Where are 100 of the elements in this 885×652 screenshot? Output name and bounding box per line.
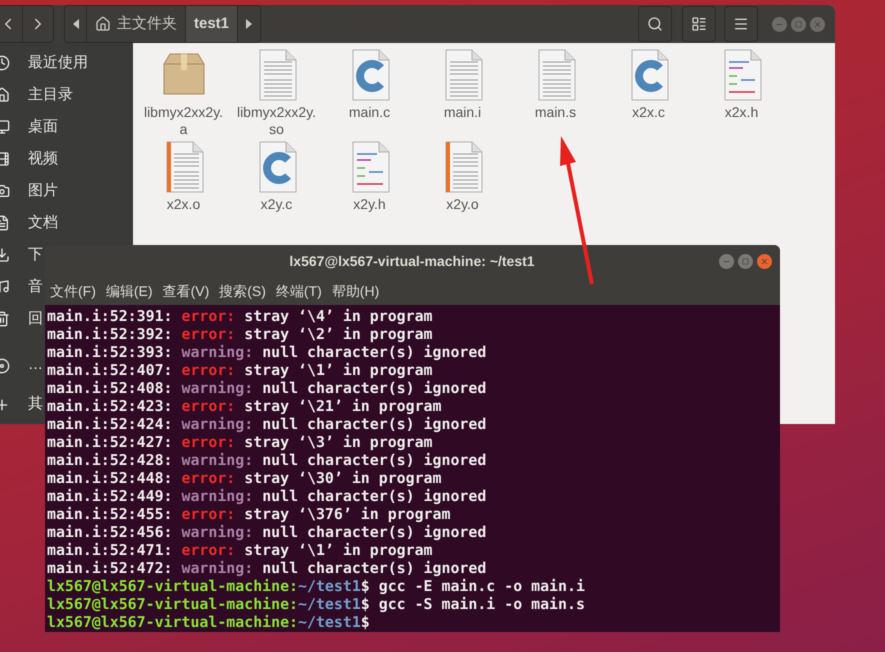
sidebar-item[interactable]: 下 xyxy=(0,239,43,271)
prompt-path: ~/test1 xyxy=(298,595,361,613)
sidebar-item[interactable]: … xyxy=(0,346,43,385)
prompt-user: lx567@lx567-virtual-machine: xyxy=(47,595,298,613)
menu-item[interactable]: 查看(V) xyxy=(160,280,212,302)
warning-label: warning: xyxy=(181,559,254,577)
close-button[interactable] xyxy=(757,254,772,268)
error-label: error: xyxy=(181,325,236,343)
file-item[interactable]: main.c xyxy=(323,48,416,140)
maximize-icon xyxy=(742,258,749,264)
prompt-path: ~/test1 xyxy=(298,577,361,595)
warning-label: warning: xyxy=(181,343,254,361)
error-label: error: xyxy=(181,469,236,487)
sidebar-item[interactable]: 主目录 xyxy=(0,79,73,111)
message-text: null character(s) ignored xyxy=(262,415,486,433)
home-icon xyxy=(95,16,111,32)
source-location: main.i:52:471: xyxy=(47,541,173,559)
message-text: stray ‘\30’ in program xyxy=(244,469,442,487)
message-text: stray ‘\376’ in program xyxy=(244,505,450,523)
sidebar-item[interactable]: 音 xyxy=(0,271,43,303)
message-text: null character(s) ignored xyxy=(262,379,486,397)
menu-item[interactable]: 帮助(H) xyxy=(330,280,382,302)
path-button[interactable]: test1 xyxy=(186,6,238,42)
close-icon xyxy=(760,256,769,266)
error-label: error: xyxy=(181,307,236,325)
file-item[interactable]: x2y.o xyxy=(416,140,509,232)
file-item[interactable]: x2x.o xyxy=(137,140,230,232)
source-location: main.i:52:455: xyxy=(47,505,173,523)
close-icon xyxy=(813,20,822,28)
command-text: $ xyxy=(360,613,370,631)
search-icon xyxy=(647,16,663,32)
file-item[interactable]: libmyx2xx2y.a xyxy=(137,48,230,140)
source-location: main.i:52:427: xyxy=(47,433,173,451)
source-location: main.i:52:423: xyxy=(47,397,173,415)
sidebar-item[interactable]: 其 xyxy=(0,385,43,424)
message-text: null character(s) ignored xyxy=(262,559,486,577)
warning-label: warning: xyxy=(181,415,254,433)
message-text: stray ‘\1’ in program xyxy=(244,541,433,559)
menu-item[interactable]: 终端(T) xyxy=(274,280,324,302)
file-item[interactable]: x2x.c xyxy=(602,48,695,140)
file-item[interactable]: libmyx2xx2y.so xyxy=(230,48,323,140)
list-icon xyxy=(691,16,707,32)
error-label: error: xyxy=(181,505,236,523)
prompt-path: ~/test1 xyxy=(298,613,361,631)
sidebar-item[interactable]: 文档 xyxy=(0,207,58,239)
message-text: stray ‘\3’ in program xyxy=(244,433,433,451)
message-text: stray ‘\1’ in program xyxy=(244,361,433,379)
source-location: main.i:52:392: xyxy=(47,325,173,343)
sidebar-item[interactable]: 回 xyxy=(0,303,43,335)
warning-label: warning: xyxy=(181,523,254,541)
error-label: error: xyxy=(181,361,236,379)
sidebar-item[interactable]: 图片 xyxy=(0,175,58,207)
error-label: error: xyxy=(181,433,236,451)
error-label: error: xyxy=(181,397,236,415)
source-location: main.i:52:408: xyxy=(47,379,173,397)
source-location: main.i:52:456: xyxy=(47,523,173,541)
prompt-user: lx567@lx567-virtual-machine: xyxy=(47,613,298,631)
file-item[interactable]: x2y.c xyxy=(230,140,323,232)
menu-icon xyxy=(733,16,749,32)
message-text: null character(s) ignored xyxy=(262,343,486,361)
window-title: lx567@lx567-virtual-machine: ~/test1 xyxy=(288,252,536,270)
sidebar-item[interactable]: 视频 xyxy=(0,143,58,175)
warning-label: warning: xyxy=(181,451,254,469)
menu-button[interactable] xyxy=(724,6,758,42)
menu-item[interactable]: 编辑(E) xyxy=(104,280,155,302)
menu-item[interactable]: 文件(F) xyxy=(48,280,98,302)
message-text: stray ‘\21’ in program xyxy=(244,397,442,415)
file-item[interactable]: x2y.h xyxy=(323,140,416,232)
command-text: $ gcc -S main.i -o main.s xyxy=(360,595,585,613)
menu-item[interactable]: 搜索(S) xyxy=(217,280,268,302)
error-label: error: xyxy=(181,541,236,559)
message-text: null character(s) ignored xyxy=(262,523,486,541)
file-item[interactable]: main.s xyxy=(509,48,602,140)
view-button[interactable] xyxy=(682,6,716,42)
prompt-user: lx567@lx567-virtual-machine: xyxy=(47,577,298,595)
source-location: main.i:52:428: xyxy=(47,451,173,469)
source-location: main.i:52:449: xyxy=(47,487,173,505)
source-location: main.i:52:393: xyxy=(47,343,173,361)
message-text: stray ‘\2’ in program xyxy=(244,325,433,343)
source-location: main.i:52:448: xyxy=(47,469,173,487)
minimize-button[interactable] xyxy=(772,16,787,32)
source-location: main.i:52:391: xyxy=(47,307,173,325)
warning-label: warning: xyxy=(181,487,254,505)
message-text: null character(s) ignored xyxy=(262,487,486,505)
triangle-left-icon xyxy=(72,19,78,29)
sidebar-item[interactable]: 桌面 xyxy=(0,111,58,143)
minimize-button[interactable] xyxy=(719,254,734,268)
warning-label: warning: xyxy=(181,379,254,397)
search-button[interactable] xyxy=(638,6,672,42)
maximize-icon xyxy=(795,20,802,28)
file-item[interactable]: main.i xyxy=(416,48,509,140)
maximize-button[interactable] xyxy=(738,254,753,268)
command-text: $ gcc -E main.c -o main.i xyxy=(360,577,585,595)
source-location: main.i:52:407: xyxy=(47,361,173,379)
sidebar-item[interactable]: 最近使用 xyxy=(0,47,88,79)
close-button[interactable] xyxy=(810,16,825,32)
message-text: stray ‘\4’ in program xyxy=(244,307,433,325)
maximize-button[interactable] xyxy=(791,16,806,32)
file-item[interactable]: x2x.h xyxy=(695,48,788,140)
message-text: null character(s) ignored xyxy=(262,451,486,469)
